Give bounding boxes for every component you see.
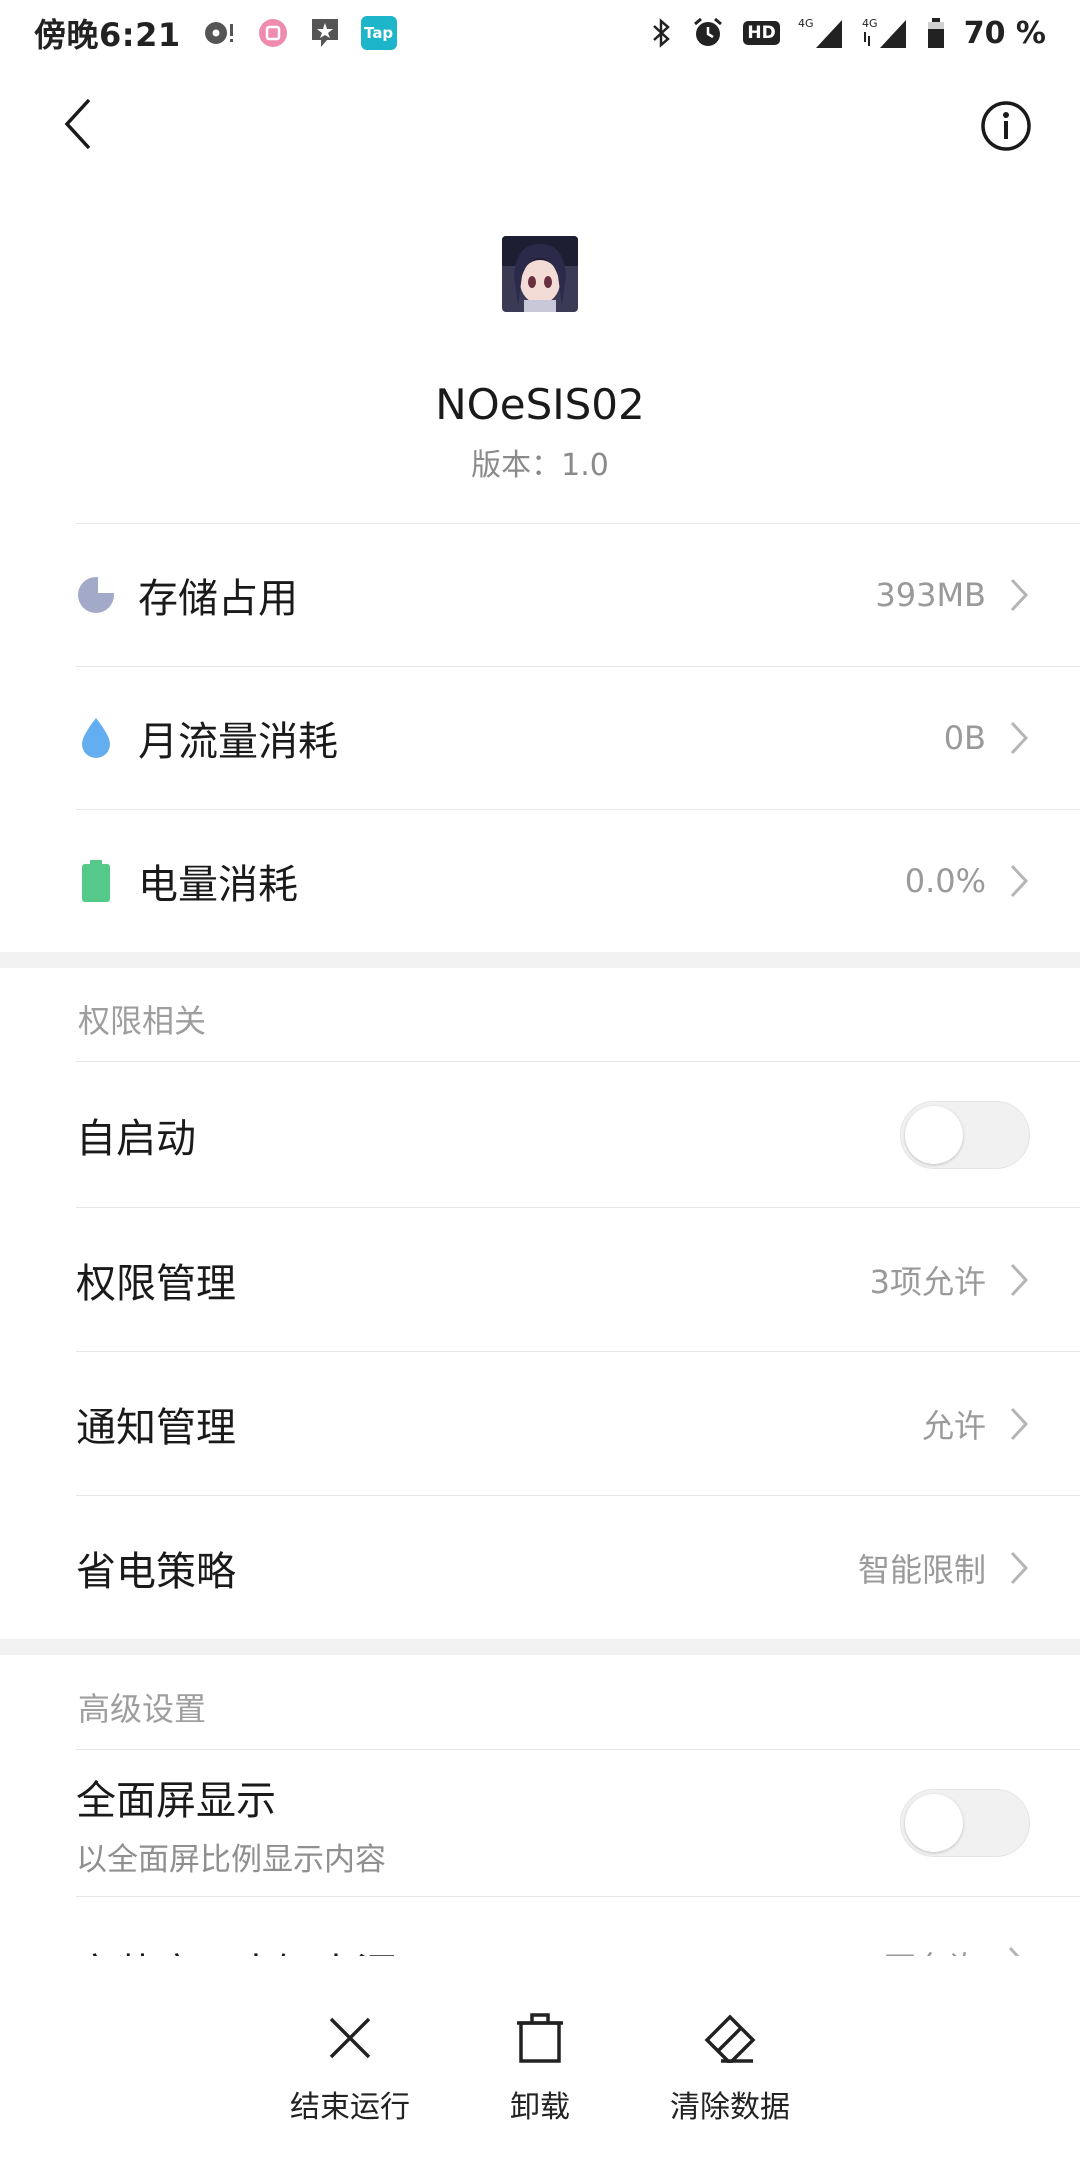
row-title: 通知管理	[76, 1404, 236, 1451]
action-label: 结束运行	[290, 2090, 410, 2125]
alarm-icon	[691, 16, 725, 50]
trash-icon	[510, 2008, 570, 2068]
back-button[interactable]	[48, 94, 108, 154]
row-value: 不允许	[884, 1943, 980, 1956]
row-title: 权限管理	[76, 1260, 236, 1307]
fullscreen-toggle[interactable]	[900, 1789, 1030, 1857]
uninstall-button[interactable]: 卸载	[430, 2008, 650, 2126]
permission-management-row[interactable]: 权限管理 3项允许	[76, 1207, 1080, 1351]
action-label: 卸载	[510, 2090, 570, 2125]
bluetooth-icon	[651, 17, 673, 49]
svg-text:4G: 4G	[798, 17, 814, 30]
row-title: 省电策略	[76, 1548, 236, 1595]
row-value: 3项允许	[869, 1262, 986, 1301]
section-divider	[0, 952, 1080, 968]
chevron-right-icon	[1008, 577, 1030, 613]
media-notification-icon	[203, 18, 237, 48]
chevron-right-icon	[1008, 1262, 1030, 1298]
row-value: 允许	[921, 1406, 986, 1445]
toggle-knob	[905, 1105, 963, 1164]
app-version: 版本：1.0	[471, 448, 609, 483]
row-value: 393MB	[875, 576, 986, 614]
install-source-row[interactable]: 安装应用未知来源 不允许	[76, 1896, 1080, 1956]
action-label: 清除数据	[670, 2090, 790, 2125]
chevron-right-icon	[1006, 1945, 1028, 1956]
signal-icon-2: 4G	[862, 16, 908, 50]
storage-pie-icon	[76, 573, 116, 617]
tap-app-icon: Tap	[360, 16, 397, 50]
eraser-icon	[700, 2008, 760, 2068]
fullscreen-row[interactable]: 全面屏显示 以全面屏比例显示内容	[76, 1749, 1080, 1896]
data-drop-icon	[76, 716, 116, 760]
battery-usage-row[interactable]: 电量消耗 0.0%	[76, 809, 1080, 952]
row-value: 0.0%	[904, 862, 986, 900]
app-notification-icon	[257, 17, 289, 49]
top-bar	[0, 80, 1080, 172]
back-arrow-icon	[64, 98, 91, 150]
toggle-knob	[905, 1794, 963, 1852]
signal-icon-1: 4G	[798, 16, 844, 50]
info-icon	[981, 101, 1031, 151]
row-title: 全面屏显示	[76, 1777, 276, 1824]
notification-management-row[interactable]: 通知管理 允许	[76, 1351, 1080, 1495]
chevron-right-icon	[1008, 720, 1030, 756]
advanced-section-label: 高级设置	[78, 1690, 207, 1728]
power-saving-row[interactable]: 省电策略 智能限制	[76, 1495, 1080, 1639]
battery-icon	[76, 859, 116, 903]
row-subtitle: 以全面屏比例显示内容	[76, 1841, 386, 1878]
autostart-row[interactable]: 自启动	[76, 1061, 1080, 1207]
hd-voice-icon: HD	[743, 21, 780, 45]
close-icon	[320, 2008, 380, 2068]
star-message-icon	[309, 16, 341, 50]
clear-data-button[interactable]: 清除数据	[620, 2008, 840, 2126]
force-stop-button[interactable]: 结束运行	[240, 2008, 460, 2126]
app-icon	[502, 236, 578, 312]
battery-status-icon	[926, 17, 946, 49]
row-value: 0B	[943, 719, 986, 757]
app-name: NOeSIS02	[435, 380, 645, 429]
svg-text:4G: 4G	[862, 17, 878, 30]
row-title: 自启动	[76, 1115, 196, 1162]
row-title: 安装应用未知来源	[76, 1941, 396, 1956]
bottom-action-bar: 结束运行 卸载 清除数据	[0, 1960, 1080, 2160]
row-title: 存储占用	[138, 576, 298, 622]
status-bar: 傍晚6:21 Tap HD 4G 4G 70 %	[0, 0, 1080, 66]
autostart-toggle[interactable]	[900, 1100, 1030, 1169]
data-usage-row[interactable]: 月流量消耗 0B	[76, 666, 1080, 809]
battery-percent: 70 %	[963, 15, 1046, 51]
info-button[interactable]	[974, 94, 1038, 158]
chevron-right-icon	[1008, 1550, 1030, 1586]
status-time: 傍晚6:21	[34, 16, 181, 54]
row-title: 电量消耗	[138, 862, 298, 908]
notification-icons: Tap	[203, 16, 397, 50]
section-divider	[0, 1639, 1080, 1655]
row-value: 智能限制	[857, 1550, 986, 1589]
row-title: 月流量消耗	[138, 719, 338, 765]
permissions-section-label: 权限相关	[78, 1002, 207, 1040]
chevron-right-icon	[1008, 1406, 1030, 1442]
status-right: HD 4G 4G 70 %	[651, 16, 1046, 51]
storage-row[interactable]: 存储占用 393MB	[76, 523, 1080, 666]
chevron-right-icon	[1008, 863, 1030, 899]
